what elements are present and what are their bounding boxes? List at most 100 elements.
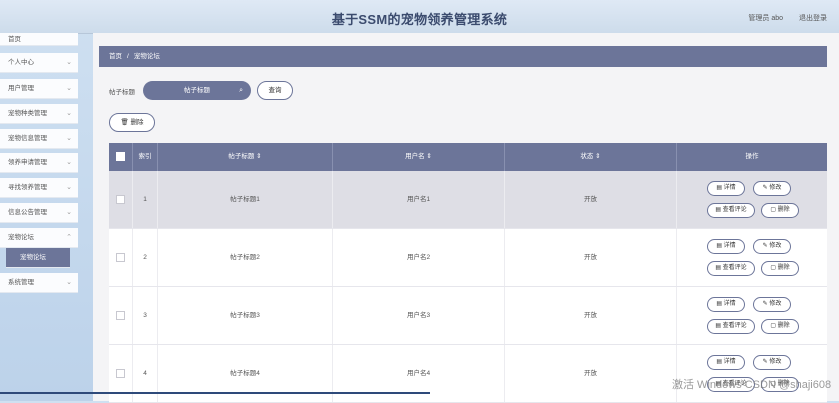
row-checkbox[interactable] xyxy=(116,310,125,320)
sidebar-item-home[interactable]: 首页 xyxy=(0,33,78,46)
column-header-username[interactable]: 用户名 ⇕ xyxy=(333,143,505,171)
chevron-down-icon: ⌄ xyxy=(66,209,72,216)
view-comments-button[interactable]: ▤ 查看评论 xyxy=(707,319,755,334)
cell-actions xyxy=(677,171,827,228)
breadcrumb-home[interactable]: 首页 xyxy=(109,53,122,60)
view-comments-button[interactable]: ▤ 查看评论 xyxy=(707,261,755,276)
row-checkbox[interactable] xyxy=(116,252,125,262)
cell-index: 3 xyxy=(133,287,158,344)
chevron-down-icon: ⌄ xyxy=(66,184,72,191)
row-delete-label: 删除 xyxy=(777,265,790,271)
chevron-down-icon: ⌄ xyxy=(66,110,72,117)
sidebar-item-announcements[interactable]: 信息公告管理 ⌄ xyxy=(0,203,78,223)
detail-button[interactable]: ▤ 详情 xyxy=(707,239,745,254)
column-header-title[interactable]: 帖子标题 ⇕ xyxy=(158,143,333,171)
row-checkbox[interactable] xyxy=(116,194,125,204)
query-button[interactable]: 查询 xyxy=(257,81,293,100)
view-comments-label: 查看评论 xyxy=(722,265,747,271)
search-input[interactable]: 帖子标题 ⌕ xyxy=(143,81,251,100)
cell-actions xyxy=(677,345,827,402)
sidebar-item-users[interactable]: 用户管理 ⌄ xyxy=(0,79,78,99)
sidebar-item-system[interactable]: 系统管理 ⌄ xyxy=(0,273,78,293)
cell-title: 帖子标题3 xyxy=(158,287,333,344)
select-all-checkbox[interactable] xyxy=(109,143,133,171)
row-delete-button[interactable]: ▢ 删除 xyxy=(761,203,799,218)
sidebar-item-label: 首页 xyxy=(8,36,21,43)
detail-label: 详情 xyxy=(723,301,736,307)
row-delete-label: 删除 xyxy=(777,323,790,329)
breadcrumb-current: 宠物论坛 xyxy=(133,53,160,60)
sidebar-item-label: 宠物论坛 xyxy=(8,234,34,241)
cell-title: 帖子标题2 xyxy=(158,229,333,286)
cell-index: 2 xyxy=(133,229,158,286)
sidebar-item-label: 用户管理 xyxy=(8,85,34,92)
detail-button[interactable]: ▤ 详情 xyxy=(707,297,745,312)
sidebar-item-forum[interactable]: 宠物论坛 ⌃ xyxy=(0,228,78,248)
detail-label: 详情 xyxy=(723,243,736,249)
delete-button[interactable]: 🗑︎ 删除 xyxy=(109,113,155,132)
edit-button[interactable]: ✎ 修改 xyxy=(753,355,791,370)
sidebar-item-find-adoption[interactable]: 寻找领养管理 ⌄ xyxy=(0,178,78,198)
row-checkbox[interactable] xyxy=(116,368,125,378)
sidebar-item-label: 寻找领养管理 xyxy=(8,184,47,191)
edit-label: 修改 xyxy=(769,185,782,191)
main-content: 首页 / 宠物论坛 帖子标题 帖子标题 ⌕ 查询 🗑︎ 删除 索引 帖子标题 ⇕ 用… xyxy=(93,33,839,403)
column-header-actions: 操作 xyxy=(745,153,759,160)
cell-status: 开放 xyxy=(505,345,677,402)
row-checkbox-cell xyxy=(109,229,133,286)
chevron-down-icon: ⌄ xyxy=(66,135,72,142)
view-comments-button[interactable]: ▤ 查看评论 xyxy=(707,203,755,218)
user-area: 管理员 abo 退出登录 xyxy=(734,13,827,23)
column-header-status[interactable]: 状态 ⇕ xyxy=(505,143,677,171)
edit-button[interactable]: ✎ 修改 xyxy=(753,181,791,196)
sidebar-item-label: 宠物信息管理 xyxy=(8,135,47,142)
search-placeholder: 帖子标题 xyxy=(184,87,210,94)
cell-title: 帖子标题1 xyxy=(158,171,333,228)
sidebar-subitem-forum[interactable]: 宠物论坛 xyxy=(6,248,70,268)
column-header-index: 索引 xyxy=(133,143,158,171)
cell-username: 用户名3 xyxy=(333,287,505,344)
view-comments-label: 查看评论 xyxy=(722,207,747,213)
checkbox[interactable] xyxy=(116,151,125,161)
cell-actions xyxy=(677,229,827,286)
edit-label: 修改 xyxy=(769,301,782,307)
chevron-down-icon: ⌄ xyxy=(66,59,72,66)
cell-username: 用户名1 xyxy=(333,171,505,228)
table-row[interactable]: 4 帖子标题4 用户名4 开放 ▤ 详情 ✎ 修改 ▤ 查看评论 ▢ 删除 xyxy=(109,345,827,403)
sidebar-item-label: 信息公告管理 xyxy=(8,209,47,216)
watermark: 激活 Windows CSDN @shaji608 xyxy=(672,379,832,391)
table-header: 索引 帖子标题 ⇕ 用户名 ⇕ 状态 ⇕ 操作 xyxy=(109,143,827,171)
row-checkbox-cell xyxy=(109,287,133,344)
edit-button[interactable]: ✎ 修改 xyxy=(753,239,791,254)
chevron-down-icon: ⌄ xyxy=(66,85,72,92)
trash-icon: 🗑︎ xyxy=(120,119,131,126)
cell-status: 开放 xyxy=(505,287,677,344)
detail-button[interactable]: ▤ 详情 xyxy=(707,355,745,370)
logout-link[interactable]: 退出登录 xyxy=(799,15,827,22)
row-delete-button[interactable]: ▢ 删除 xyxy=(761,261,799,276)
breadcrumb-separator: / xyxy=(127,53,129,60)
detail-label: 详情 xyxy=(723,185,736,191)
sidebar-item-adoption-apply[interactable]: 领养申请管理 ⌄ xyxy=(0,153,78,173)
chevron-up-icon: ⌃ xyxy=(66,234,72,241)
row-delete-button[interactable]: ▢ 删除 xyxy=(761,319,799,334)
app-title: 基于SSM的宠物领养管理系统 xyxy=(331,12,508,27)
detail-label: 详情 xyxy=(723,359,736,365)
cell-status: 开放 xyxy=(505,229,677,286)
sidebar-item-label: 宠物种类管理 xyxy=(8,110,47,117)
edit-button[interactable]: ✎ 修改 xyxy=(753,297,791,312)
sidebar-item-pet-info[interactable]: 宠物信息管理 ⌄ xyxy=(0,129,78,149)
search-label: 帖子标题 xyxy=(109,89,135,96)
sidebar-item-personal-center[interactable]: 个人中心 ⌄ xyxy=(0,53,78,73)
sidebar: 首页 个人中心 ⌄ 用户管理 ⌄ 宠物种类管理 ⌄ 宠物信息管理 ⌄ 领养申请管理 ⌄ 寻… xyxy=(0,33,80,401)
view-comments-label: 查看评论 xyxy=(722,323,747,329)
sidebar-subitem-label: 宠物论坛 xyxy=(20,254,46,261)
table-row[interactable]: 1 帖子标题1 用户名1 开放 ▤ 详情 ✎ 修改 ▤ 查看评论 ▢ 删除 xyxy=(109,171,827,229)
table-row[interactable]: 3 帖子标题3 用户名3 开放 ▤ 详情 ✎ 修改 ▤ 查看评论 ▢ 删除 xyxy=(109,287,827,345)
cell-index: 1 xyxy=(133,171,158,228)
edit-label: 修改 xyxy=(769,243,782,249)
sidebar-item-label: 系统管理 xyxy=(8,279,34,286)
table-row[interactable]: 2 帖子标题2 用户名2 开放 ▤ 详情 ✎ 修改 ▤ 查看评论 ▢ 删除 xyxy=(109,229,827,287)
detail-button[interactable]: ▤ 详情 xyxy=(707,181,745,196)
sidebar-item-pet-category[interactable]: 宠物种类管理 ⌄ xyxy=(0,104,78,124)
